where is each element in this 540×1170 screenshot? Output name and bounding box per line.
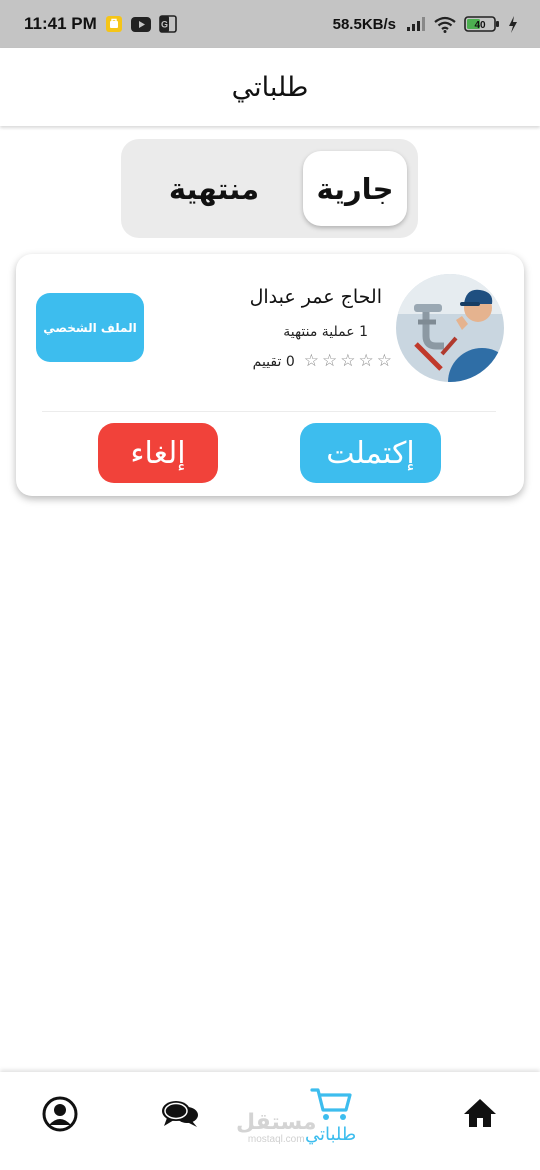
page-title: طلباتي [231,71,309,103]
notification-app-icon [105,15,123,33]
status-bar: 11:41 PM G 58.5KB/s 40 [0,0,540,48]
order-card: الحاج عمر عبدال 1 عملية منتهية ☆ ☆ ☆ ☆ ☆… [16,254,524,496]
status-bar-left: 11:41 PM G [24,14,177,34]
star-icon: ☆ [358,351,374,371]
signal-icon [406,16,426,32]
card-divider [42,411,496,412]
star-icon: ☆ [376,351,392,371]
status-time: 11:41 PM [24,14,97,33]
rating-row: ☆ ☆ ☆ ☆ ☆ 0 تقييم [253,353,392,370]
nav-my-orders[interactable]: طلباتي [305,1086,356,1145]
watermark-url: mostaql.com [247,1134,305,1145]
nav-my-orders-label: طلباتي [305,1124,357,1145]
svg-text:G: G [161,20,168,30]
completed-operations: 1 عملية منتهية [283,324,368,340]
translate-icon: G [158,15,177,33]
network-speed: 58.5KB/s [332,15,396,33]
app-header: طلباتي [0,48,540,126]
wifi-icon [434,16,456,33]
youtube-icon [130,16,151,32]
avatar [396,274,504,382]
rating-text: 0 تقييم [252,353,295,370]
complete-button[interactable]: إكتملت [300,423,441,483]
provider-name: الحاج عمر عبدال [249,286,382,308]
cart-icon [310,1088,352,1120]
star-icon: ☆ [303,351,319,371]
profile-button[interactable]: الملف الشخصي [36,293,144,362]
battery-icon: 40 [464,15,500,33]
star-icon: ☆ [322,351,338,371]
home-icon [464,1099,496,1127]
charging-bolt-icon [508,15,518,33]
star-icon: ☆ [340,351,356,371]
bottom-navigation: مستقل mostaql.com طلباتي [0,1072,540,1170]
chat-bubbles-icon [162,1101,198,1127]
battery-level: 40 [474,20,486,31]
nav-chats[interactable] [161,1098,199,1130]
status-bar-right: 58.5KB/s 40 [333,15,518,33]
nav-profile[interactable] [42,1096,78,1132]
person-circle-icon [42,1096,78,1132]
cancel-button[interactable]: إلغاء [98,423,218,483]
tab-finished[interactable]: منتهية [139,151,289,226]
tab-ongoing[interactable]: جارية [303,151,407,226]
order-status-tabs: جارية منتهية [121,139,418,238]
nav-home[interactable] [462,1097,498,1129]
